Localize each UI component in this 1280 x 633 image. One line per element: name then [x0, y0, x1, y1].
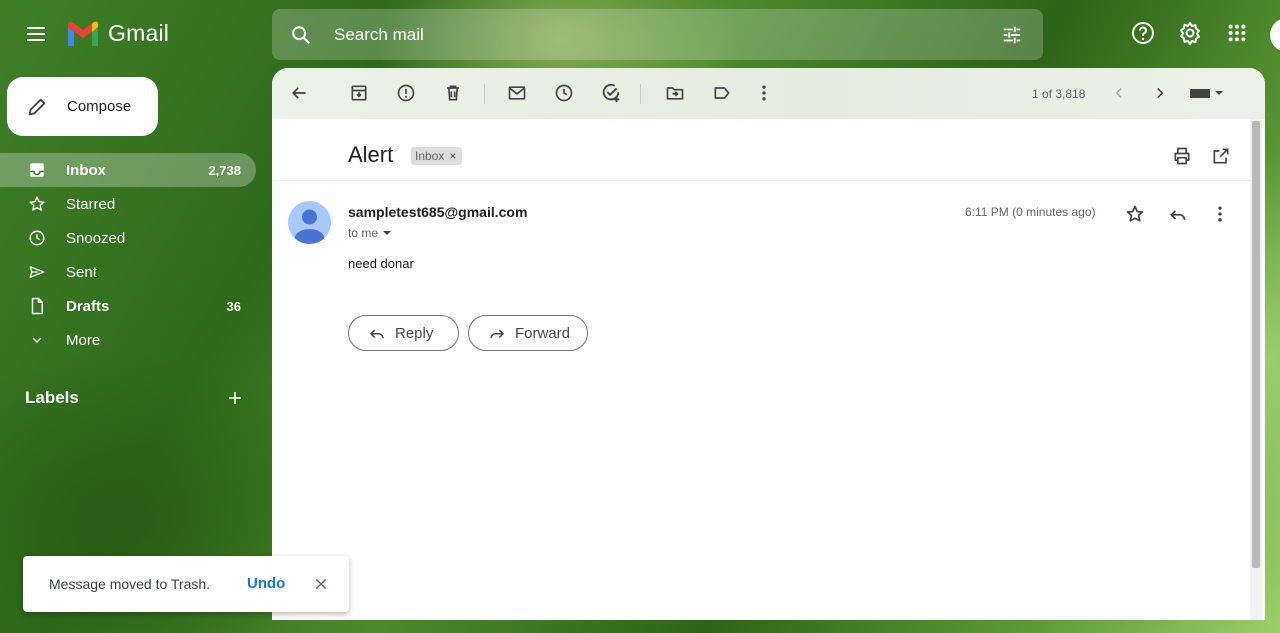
label-tag-icon[interactable] — [711, 82, 733, 104]
compose-button[interactable]: Compose — [7, 77, 158, 136]
sidebar-item-label: Sent — [66, 263, 97, 281]
star-outline-icon[interactable] — [1124, 203, 1146, 225]
print-icon[interactable] — [1171, 145, 1193, 167]
sidebar-item-starred[interactable]: Starred — [0, 187, 256, 221]
search-options-icon[interactable] — [999, 22, 1025, 48]
forward-button[interactable]: Forward — [468, 315, 588, 351]
sidebar-item-label: Snoozed — [66, 229, 126, 247]
sidebar-item-label: More — [66, 331, 101, 349]
older-chevron-right-icon[interactable] — [1149, 82, 1171, 104]
forward-arrow-icon — [487, 323, 507, 343]
sidebar-item-more[interactable]: More — [0, 323, 256, 357]
snooze-clock-icon[interactable] — [553, 82, 575, 104]
reply-arrow-icon — [367, 323, 387, 343]
sender-avatar[interactable] — [288, 201, 331, 244]
newer-chevron-left-icon[interactable] — [1108, 82, 1130, 104]
message-scrollbar[interactable] — [1250, 119, 1262, 620]
pencil-icon — [25, 95, 49, 119]
header-divider — [272, 180, 1250, 181]
trash-icon[interactable] — [442, 82, 464, 104]
add-label-plus-icon[interactable] — [224, 387, 246, 409]
reply-arrow-icon[interactable] — [1167, 203, 1189, 225]
chip-label: Inbox — [415, 149, 445, 163]
add-to-tasks-icon[interactable] — [600, 82, 622, 104]
open-new-window-icon[interactable] — [1210, 145, 1232, 167]
toolbar-divider — [640, 84, 641, 104]
search-input[interactable] — [332, 23, 976, 46]
draft-file-icon — [27, 296, 47, 316]
gmail-m-icon — [66, 21, 100, 47]
caret-down-icon — [382, 228, 392, 238]
chevron-down-icon — [27, 330, 47, 350]
search-bar[interactable] — [272, 9, 1043, 60]
snackbar-toast: Message moved to Trash. Undo — [23, 556, 349, 612]
recipient-details-toggle[interactable]: to me — [348, 226, 392, 240]
app-name: Gmail — [108, 20, 170, 46]
settings-gear-icon[interactable] — [1177, 20, 1203, 46]
draft-count: 36 — [226, 298, 241, 314]
message-timestamp: 6:11 PM (0 minutes ago) — [965, 205, 1096, 219]
inbox-label-chip[interactable]: Inbox × — [411, 147, 463, 165]
send-icon — [27, 262, 47, 282]
reply-button[interactable]: Reply — [348, 315, 459, 351]
sidebar-item-label: Inbox — [66, 161, 106, 179]
compose-label: Compose — [67, 98, 132, 115]
sidebar-item-sent[interactable]: Sent — [0, 255, 256, 289]
sender-email[interactable]: sampletest685@gmail.com — [348, 204, 527, 220]
sidebar-item-snoozed[interactable]: Snoozed — [0, 221, 256, 255]
sidebar-item-inbox[interactable]: Inbox 2,738 — [0, 153, 256, 187]
pagination-count: 1 of 3,818 — [1032, 87, 1086, 101]
toast-message: Message moved to Trash. — [49, 576, 211, 592]
message-body: need donar — [348, 256, 414, 271]
mark-unread-mail-icon[interactable] — [506, 82, 528, 104]
message-view: Alert Inbox × sampletest685@gmail.com to… — [272, 119, 1265, 620]
undo-button[interactable]: Undo — [247, 575, 285, 592]
clock-icon — [27, 228, 47, 248]
sidebar-nav: Inbox 2,738 Starred Snoozed Sent Drafts … — [0, 153, 256, 357]
archive-icon[interactable] — [348, 82, 370, 104]
reply-label: Reply — [395, 324, 434, 342]
more-vert-icon[interactable] — [1209, 203, 1231, 225]
recipient-label: to me — [348, 226, 379, 240]
remove-label-icon[interactable]: × — [449, 149, 456, 163]
move-to-folder-icon[interactable] — [664, 82, 686, 104]
sidebar-item-label: Drafts — [66, 297, 110, 315]
toolbar-divider — [484, 84, 485, 104]
sidebar-item-label: Starred — [66, 195, 116, 213]
apps-grid-icon[interactable] — [1224, 20, 1250, 46]
sidebar-item-drafts[interactable]: Drafts 36 — [0, 289, 256, 323]
search-icon[interactable] — [288, 22, 314, 48]
close-icon[interactable] — [311, 574, 331, 594]
report-spam-icon[interactable] — [395, 82, 417, 104]
input-tools-keyboard-icon[interactable] — [1187, 82, 1227, 104]
forward-label: Forward — [515, 324, 571, 342]
labels-heading: Labels — [25, 388, 79, 407]
help-icon[interactable] — [1130, 20, 1156, 46]
unread-count: 2,738 — [208, 162, 241, 178]
message-panel: 1 of 3,818 Alert Inbox × sampletest685@g… — [272, 68, 1265, 620]
main-menu-icon[interactable] — [20, 18, 52, 50]
gmail-logo[interactable]: Gmail — [66, 20, 169, 47]
message-subject: Alert — [348, 142, 394, 167]
account-avatar[interactable] — [1270, 18, 1280, 52]
scrollbar-thumb[interactable] — [1252, 121, 1260, 568]
back-arrow-icon[interactable] — [288, 82, 310, 104]
star-icon — [27, 194, 47, 214]
inbox-icon — [27, 160, 47, 180]
message-toolbar: 1 of 3,818 — [272, 68, 1265, 119]
more-vert-icon[interactable] — [753, 82, 775, 104]
